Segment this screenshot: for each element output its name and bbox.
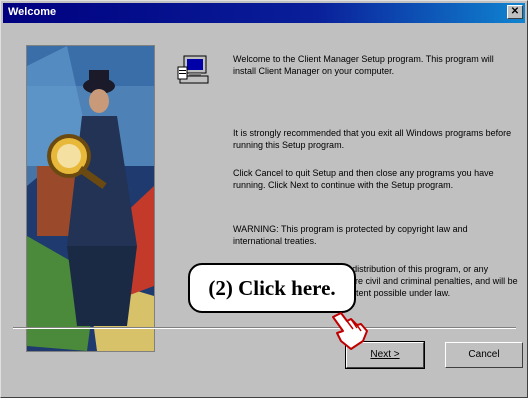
warning-text: WARNING: This program is protected by co… <box>233 224 468 246</box>
setup-illustration <box>26 45 155 352</box>
cancel-button[interactable]: Cancel <box>445 342 523 368</box>
pointing-hand-icon <box>327 311 371 351</box>
next-button-label: Next > <box>370 349 400 360</box>
close-button[interactable]: ✕ <box>507 5 523 19</box>
welcome-text: Welcome to the Client Manager Setup prog… <box>233 54 494 76</box>
click-here-callout: (2) Click here. <box>188 263 356 313</box>
button-divider <box>13 327 516 329</box>
window-title: Welcome <box>8 6 57 18</box>
recommendation-text: It is strongly recommended that you exit… <box>233 128 512 150</box>
illustration-art <box>27 46 154 351</box>
computer-setup-icon <box>176 53 212 89</box>
setup-dialog: Welcome ✕ Welcome to the Client Manager … <box>0 0 528 398</box>
title-bar[interactable]: Welcome ✕ <box>3 3 525 23</box>
cancel-instructions-text: Click Cancel to quit Setup and then clos… <box>233 168 494 190</box>
